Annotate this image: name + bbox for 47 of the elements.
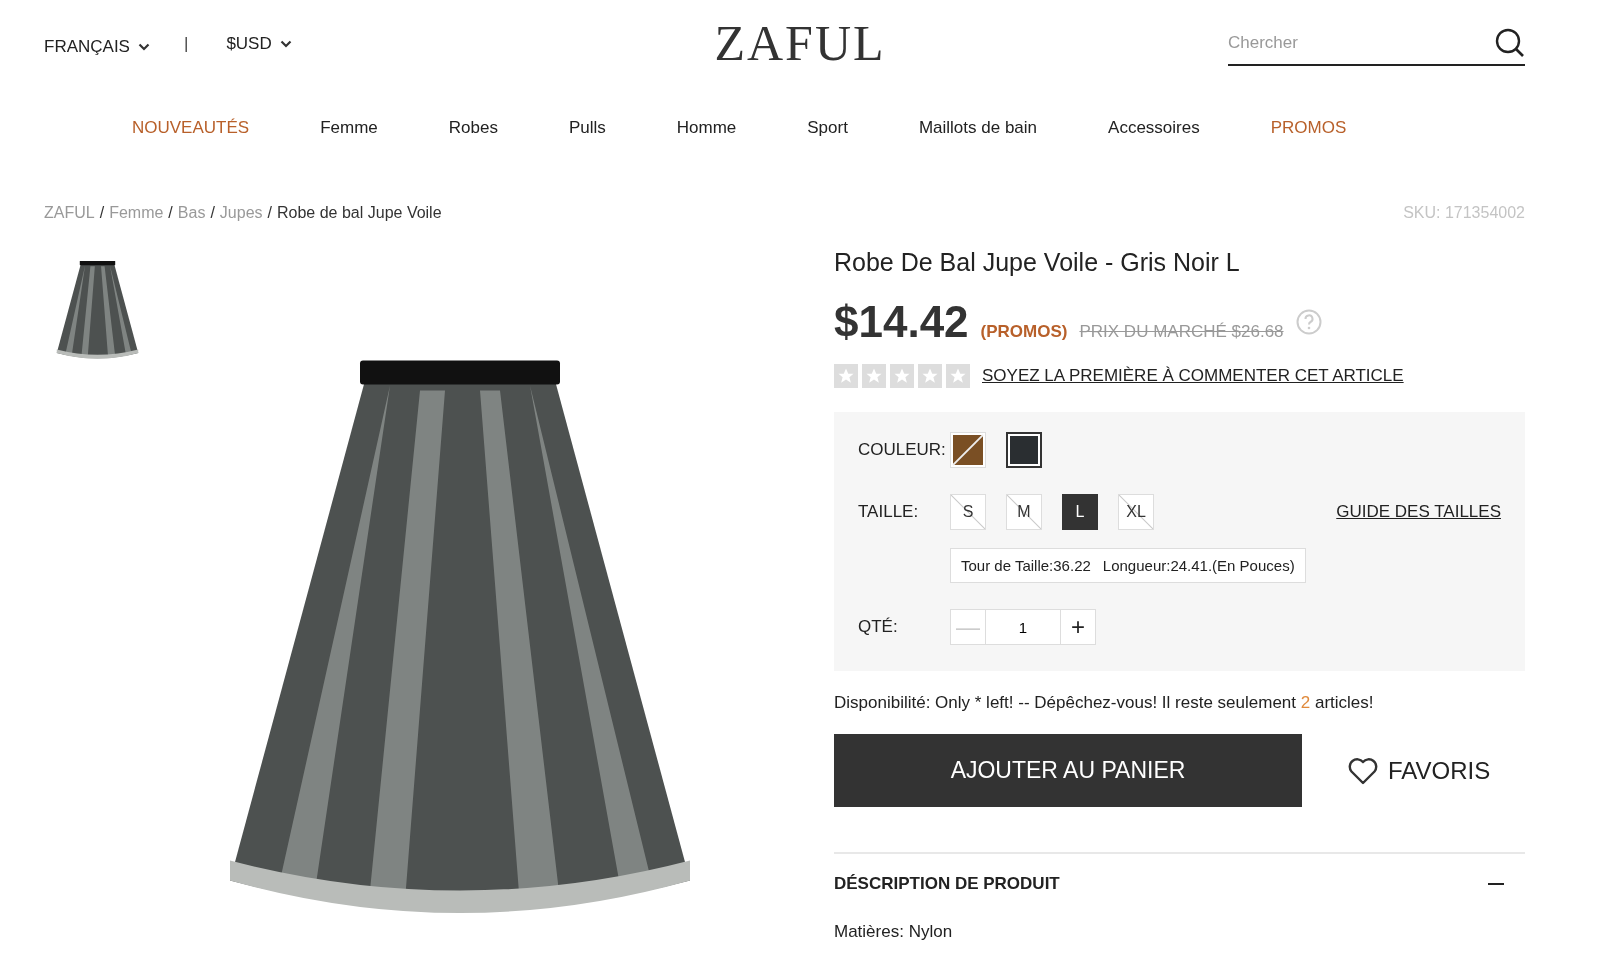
size-option[interactable]: L bbox=[1062, 494, 1098, 530]
search-field[interactable]: Chercher bbox=[1228, 22, 1525, 66]
nav-link[interactable]: Accessoires bbox=[1108, 118, 1200, 138]
nav-link[interactable]: Sport bbox=[807, 118, 848, 138]
logo[interactable]: ZAFUL bbox=[714, 14, 886, 72]
size-option[interactable]: XL bbox=[1118, 494, 1154, 530]
sku-text: SKU: 171354002 bbox=[1403, 204, 1525, 222]
language-dropdown[interactable]: FRANÇAIS bbox=[44, 37, 150, 57]
quantity-label: QTÉ: bbox=[858, 617, 899, 637]
quantity-field[interactable]: 1 bbox=[986, 609, 1060, 645]
caret-icon bbox=[137, 43, 150, 51]
favorites-button[interactable]: FAVORIS bbox=[1348, 756, 1491, 785]
nav-link[interactable]: Maillots de bain bbox=[918, 118, 1038, 138]
color-swatch[interactable] bbox=[1006, 432, 1042, 468]
measurement-text: Tour de Taille:36.22 bbox=[961, 557, 1091, 574]
add-to-cart-button[interactable]: AJOUTER AU PANIER bbox=[834, 734, 1302, 807]
breadcrumb-separator: / bbox=[168, 204, 173, 222]
currency-dropdown[interactable]: $USD bbox=[226, 34, 292, 54]
price: $14.42 bbox=[834, 297, 969, 347]
color-label: COULEUR: bbox=[858, 440, 947, 460]
product-title: Robe De Bal Jupe Voile - Gris Noir L bbox=[834, 248, 1241, 277]
size-option[interactable]: M bbox=[1006, 494, 1042, 530]
heart-icon bbox=[1348, 756, 1378, 785]
nav-link[interactable]: Robes bbox=[448, 118, 498, 138]
size-option[interactable]: S bbox=[950, 494, 986, 530]
nav-link[interactable]: PROMOS bbox=[1270, 118, 1347, 138]
size-guide-link[interactable]: GUIDE DES TAILLES bbox=[1336, 502, 1501, 522]
breadcrumb-separator: / bbox=[210, 204, 215, 222]
breadcrumb-separator: / bbox=[99, 204, 105, 222]
availability-text: Disponibilité: Only * left! -- Dépêchez-vous! Il reste seulement 2 articles! bbox=[834, 693, 1375, 713]
breadcrumb-separator: / bbox=[267, 204, 272, 222]
caret-icon bbox=[279, 40, 292, 48]
description-text: Matières: Nylon bbox=[834, 922, 954, 942]
promo-tag: (PROMOS) bbox=[980, 322, 1068, 342]
nav-link[interactable]: Pulls bbox=[568, 118, 606, 138]
divider-text: | bbox=[183, 34, 189, 54]
market-price: PRIX DU MARCHÉ $26.68 bbox=[1079, 322, 1284, 342]
nav-link[interactable]: NOUVEAUTÉS bbox=[132, 118, 250, 138]
nav-link[interactable]: Homme bbox=[676, 118, 737, 138]
nav-link[interactable]: Femme bbox=[320, 118, 378, 138]
search-icon[interactable] bbox=[1495, 28, 1525, 58]
size-label: TAILLE: bbox=[858, 502, 920, 522]
increase-button[interactable]: + bbox=[1060, 609, 1096, 645]
breadcrumb-current: Robe de bal Jupe Voile bbox=[277, 204, 442, 222]
section-heading: DÉSCRIPTION DE PRODUIT bbox=[834, 874, 1060, 894]
measurement-text: Longueur:24.41.(En Pouces) bbox=[1102, 557, 1295, 574]
review-link[interactable]: SOYEZ LA PREMIÈRE À COMMENTER CET ARTICLE bbox=[982, 366, 1404, 386]
